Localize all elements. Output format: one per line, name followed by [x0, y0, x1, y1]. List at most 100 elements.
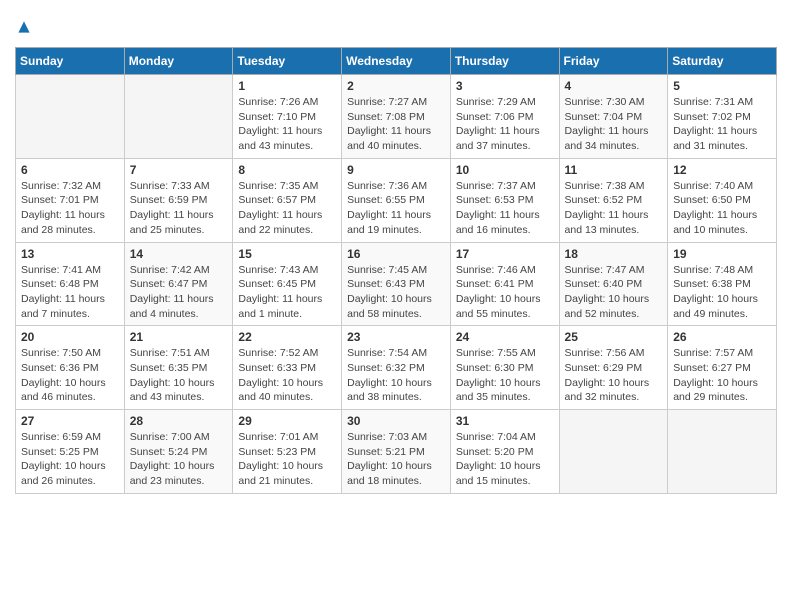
day-cell: 5 Sunrise: 7:31 AMSunset: 7:02 PMDaylight…	[668, 75, 777, 159]
day-info: Sunrise: 7:40 AMSunset: 6:50 PMDaylight:…	[673, 179, 771, 238]
day-number: 12	[673, 163, 771, 177]
day-number: 21	[130, 330, 228, 344]
day-number: 26	[673, 330, 771, 344]
column-header-friday: Friday	[559, 48, 668, 75]
day-cell: 10 Sunrise: 7:37 AMSunset: 6:53 PMDayligh…	[450, 158, 559, 242]
day-cell: 4 Sunrise: 7:30 AMSunset: 7:04 PMDaylight…	[559, 75, 668, 159]
day-cell: 22 Sunrise: 7:52 AMSunset: 6:33 PMDayligh…	[233, 326, 342, 410]
day-info: Sunrise: 7:35 AMSunset: 6:57 PMDaylight:…	[238, 179, 336, 238]
day-info: Sunrise: 7:26 AMSunset: 7:10 PMDaylight:…	[238, 95, 336, 154]
day-number: 9	[347, 163, 445, 177]
day-number: 1	[238, 79, 336, 93]
day-cell: 7 Sunrise: 7:33 AMSunset: 6:59 PMDaylight…	[124, 158, 233, 242]
day-number: 16	[347, 247, 445, 261]
day-number: 24	[456, 330, 554, 344]
day-cell: 8 Sunrise: 7:35 AMSunset: 6:57 PMDaylight…	[233, 158, 342, 242]
day-cell	[668, 410, 777, 494]
day-info: Sunrise: 7:38 AMSunset: 6:52 PMDaylight:…	[565, 179, 663, 238]
day-number: 28	[130, 414, 228, 428]
day-info: Sunrise: 7:27 AMSunset: 7:08 PMDaylight:…	[347, 95, 445, 154]
column-header-tuesday: Tuesday	[233, 48, 342, 75]
day-number: 7	[130, 163, 228, 177]
day-cell: 24Sunrise: 7:55 AMSunset: 6:30 PMDayligh…	[450, 326, 559, 410]
day-number: 11	[565, 163, 663, 177]
day-info: Sunrise: 7:01 AMSunset: 5:23 PMDaylight:…	[238, 430, 336, 489]
column-header-wednesday: Wednesday	[342, 48, 451, 75]
day-number: 10	[456, 163, 554, 177]
day-number: 30	[347, 414, 445, 428]
day-number: 29	[238, 414, 336, 428]
day-number: 20	[21, 330, 119, 344]
column-header-thursday: Thursday	[450, 48, 559, 75]
day-cell: 29 Sunrise: 7:01 AMSunset: 5:23 PMDayligh…	[233, 410, 342, 494]
day-cell: 21 Sunrise: 7:51 AMSunset: 6:35 PMDayligh…	[124, 326, 233, 410]
day-number: 14	[130, 247, 228, 261]
column-header-sunday: Sunday	[16, 48, 125, 75]
day-number: 17	[456, 247, 554, 261]
day-cell: 12 Sunrise: 7:40 AMSunset: 6:50 PMDayligh…	[668, 158, 777, 242]
day-number: 3	[456, 79, 554, 93]
column-header-monday: Monday	[124, 48, 233, 75]
day-info: Sunrise: 7:36 AMSunset: 6:55 PMDaylight:…	[347, 179, 445, 238]
day-cell: 30 Sunrise: 7:03 AMSunset: 5:21 PMDayligh…	[342, 410, 451, 494]
day-info: Sunrise: 7:45 AMSunset: 6:43 PMDaylight:…	[347, 263, 445, 322]
day-cell: 23Sunrise: 7:54 AMSunset: 6:32 PMDayligh…	[342, 326, 451, 410]
day-cell	[16, 75, 125, 159]
day-number: 15	[238, 247, 336, 261]
day-cell: 14 Sunrise: 7:42 AMSunset: 6:47 PMDayligh…	[124, 242, 233, 326]
day-cell: 16 Sunrise: 7:45 AMSunset: 6:43 PMDayligh…	[342, 242, 451, 326]
day-info: Sunrise: 7:04 AMSunset: 5:20 PMDaylight:…	[456, 430, 554, 489]
day-number: 31	[456, 414, 554, 428]
day-info: Sunrise: 7:51 AMSunset: 6:35 PMDaylight:…	[130, 346, 228, 405]
day-info: Sunrise: 7:30 AMSunset: 7:04 PMDaylight:…	[565, 95, 663, 154]
day-info: Sunrise: 7:00 AMSunset: 5:24 PMDaylight:…	[130, 430, 228, 489]
day-cell: 27 Sunrise: 6:59 AMSunset: 5:25 PMDayligh…	[16, 410, 125, 494]
week-row-1: 1 Sunrise: 7:26 AMSunset: 7:10 PMDaylight…	[16, 75, 777, 159]
column-header-saturday: Saturday	[668, 48, 777, 75]
day-info: Sunrise: 7:47 AMSunset: 6:40 PMDaylight:…	[565, 263, 663, 322]
day-info: Sunrise: 7:46 AMSunset: 6:41 PMDaylight:…	[456, 263, 554, 322]
day-info: Sunrise: 7:41 AMSunset: 6:48 PMDaylight:…	[21, 263, 119, 322]
day-info: Sunrise: 7:52 AMSunset: 6:33 PMDaylight:…	[238, 346, 336, 405]
logo-icon	[17, 20, 31, 34]
day-info: Sunrise: 7:33 AMSunset: 6:59 PMDaylight:…	[130, 179, 228, 238]
day-info: Sunrise: 7:43 AMSunset: 6:45 PMDaylight:…	[238, 263, 336, 322]
day-cell: 1 Sunrise: 7:26 AMSunset: 7:10 PMDaylight…	[233, 75, 342, 159]
day-number: 22	[238, 330, 336, 344]
day-cell: 2 Sunrise: 7:27 AMSunset: 7:08 PMDaylight…	[342, 75, 451, 159]
day-cell: 17 Sunrise: 7:46 AMSunset: 6:41 PMDayligh…	[450, 242, 559, 326]
day-info: Sunrise: 7:50 AMSunset: 6:36 PMDaylight:…	[21, 346, 119, 405]
day-number: 6	[21, 163, 119, 177]
day-number: 8	[238, 163, 336, 177]
week-row-2: 6 Sunrise: 7:32 AMSunset: 7:01 PMDaylight…	[16, 158, 777, 242]
day-info: Sunrise: 7:48 AMSunset: 6:38 PMDaylight:…	[673, 263, 771, 322]
week-row-4: 20 Sunrise: 7:50 AMSunset: 6:36 PMDayligh…	[16, 326, 777, 410]
day-cell: 19 Sunrise: 7:48 AMSunset: 6:38 PMDayligh…	[668, 242, 777, 326]
day-info: Sunrise: 7:31 AMSunset: 7:02 PMDaylight:…	[673, 95, 771, 154]
day-info: Sunrise: 7:29 AMSunset: 7:06 PMDaylight:…	[456, 95, 554, 154]
day-cell: 18Sunrise: 7:47 AMSunset: 6:40 PMDayligh…	[559, 242, 668, 326]
day-number: 27	[21, 414, 119, 428]
day-cell: 20 Sunrise: 7:50 AMSunset: 6:36 PMDayligh…	[16, 326, 125, 410]
day-number: 5	[673, 79, 771, 93]
day-cell: 15 Sunrise: 7:43 AMSunset: 6:45 PMDayligh…	[233, 242, 342, 326]
day-cell: 3 Sunrise: 7:29 AMSunset: 7:06 PMDaylight…	[450, 75, 559, 159]
day-cell	[559, 410, 668, 494]
day-number: 2	[347, 79, 445, 93]
logo: Blue	[15, 15, 31, 37]
day-cell: 9 Sunrise: 7:36 AMSunset: 6:55 PMDaylight…	[342, 158, 451, 242]
day-info: Sunrise: 7:03 AMSunset: 5:21 PMDaylight:…	[347, 430, 445, 489]
day-info: Sunrise: 7:56 AMSunset: 6:29 PMDaylight:…	[565, 346, 663, 405]
day-info: Sunrise: 7:42 AMSunset: 6:47 PMDaylight:…	[130, 263, 228, 322]
day-info: Sunrise: 6:59 AMSunset: 5:25 PMDaylight:…	[21, 430, 119, 489]
day-cell: 28 Sunrise: 7:00 AMSunset: 5:24 PMDayligh…	[124, 410, 233, 494]
page-header: Blue	[15, 15, 777, 37]
day-info: Sunrise: 7:32 AMSunset: 7:01 PMDaylight:…	[21, 179, 119, 238]
day-number: 19	[673, 247, 771, 261]
day-number: 13	[21, 247, 119, 261]
day-cell	[124, 75, 233, 159]
day-cell: 13 Sunrise: 7:41 AMSunset: 6:48 PMDayligh…	[16, 242, 125, 326]
day-info: Sunrise: 7:37 AMSunset: 6:53 PMDaylight:…	[456, 179, 554, 238]
day-number: 25	[565, 330, 663, 344]
day-number: 4	[565, 79, 663, 93]
